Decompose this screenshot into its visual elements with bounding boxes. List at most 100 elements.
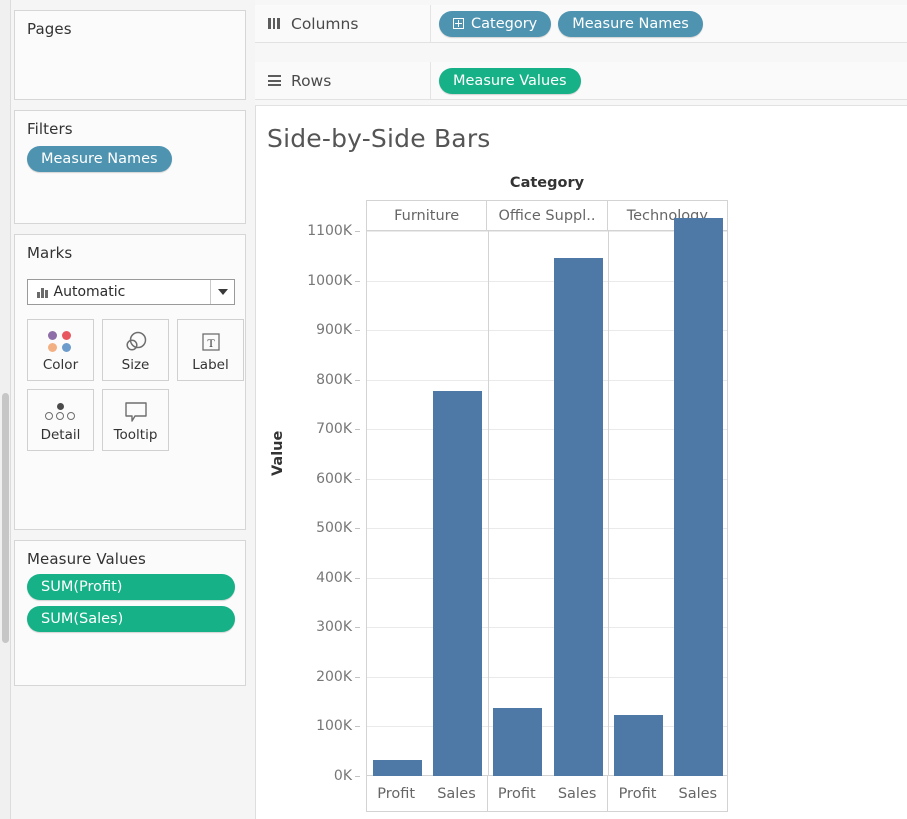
marks-buttons: Color Size T Label Detail Tooltip: [27, 319, 244, 459]
y-axis-tick-label: 1000K: [307, 272, 352, 289]
columns-pill-measure-names[interactable]: Measure Names: [558, 10, 703, 37]
y-axis-tick-mark: [355, 330, 360, 332]
visualization-pane: Side-by-Side Bars Category Furniture Offi…: [255, 105, 907, 819]
y-axis-tick-mark: [355, 280, 360, 282]
gridline: [367, 231, 727, 232]
measure-values-card: Measure Values SUM(Profit) SUM(Sales): [14, 540, 246, 686]
columns-pill-label: Measure Names: [572, 15, 689, 32]
x-axis-label[interactable]: Sales: [668, 776, 728, 811]
filter-pill-label: Measure Names: [41, 151, 158, 167]
pages-card-title: Pages: [27, 20, 72, 38]
y-axis-tick-mark: [355, 231, 360, 232]
y-axis-tick-label: 900K: [316, 322, 352, 339]
columns-shelf-label-wrap: Columns: [255, 5, 431, 42]
x-axis-separator: [607, 776, 609, 811]
left-scrollbar-thumb[interactable]: [2, 393, 9, 643]
x-axis-separator: [727, 776, 728, 811]
category-header[interactable]: Furniture: [366, 201, 488, 230]
rows-icon: [267, 74, 281, 88]
rows-shelf-label-wrap: Rows: [255, 62, 431, 99]
bar-mark[interactable]: [674, 217, 724, 776]
x-axis-separator: [486, 776, 488, 811]
gridline: [367, 577, 727, 579]
left-scrollbar[interactable]: [0, 0, 11, 819]
chart-title: Side-by-Side Bars: [267, 124, 491, 153]
y-axis-tick-mark: [355, 528, 360, 530]
measure-pill-sum-sales[interactable]: SUM(Sales): [27, 606, 235, 632]
y-axis-tick-label: 400K: [316, 569, 352, 586]
bar-mark[interactable]: [493, 707, 543, 776]
text-label-icon: T: [200, 328, 222, 356]
rows-pill-measure-values[interactable]: Measure Values: [439, 67, 581, 94]
x-axis-label[interactable]: Sales: [547, 776, 607, 811]
gridline: [367, 280, 727, 282]
category-header[interactable]: Office Suppl..: [487, 201, 608, 230]
shelves: Columns Category Measure Names Rows Meas…: [255, 0, 907, 105]
gridline: [367, 379, 727, 381]
chevron-down-icon[interactable]: [210, 280, 234, 304]
marks-detail-button[interactable]: Detail: [27, 389, 94, 451]
marks-label-button[interactable]: T Label: [177, 319, 244, 381]
y-axis-tick-label: 1100K: [307, 223, 352, 239]
x-axis-label[interactable]: Profit: [607, 776, 667, 811]
bar-mark[interactable]: [614, 715, 663, 776]
measure-pill-label: SUM(Profit): [41, 579, 123, 595]
y-axis-tick-mark: [355, 429, 360, 431]
bar-mark[interactable]: [553, 257, 603, 776]
expand-icon[interactable]: [453, 18, 464, 29]
columns-icon: [267, 17, 281, 31]
gridline: [367, 478, 727, 480]
panel-separator: [487, 231, 489, 776]
columns-shelf[interactable]: Columns Category Measure Names: [255, 5, 907, 43]
columns-pill-category[interactable]: Category: [439, 10, 552, 37]
filter-pill-measure-names[interactable]: Measure Names: [27, 146, 172, 172]
y-axis-tick-mark: [355, 478, 360, 480]
plot-area: [366, 217, 728, 776]
pages-card: Pages: [14, 10, 246, 100]
rows-shelf[interactable]: Rows Measure Values: [255, 62, 907, 100]
x-axis-label[interactable]: Sales: [426, 776, 486, 811]
measure-values-card-title: Measure Values: [27, 550, 146, 568]
marks-size-label: Size: [121, 356, 150, 373]
marks-card: Marks Automatic Color Size T Label Detai…: [14, 234, 246, 530]
y-axis-tick-label: 300K: [316, 619, 352, 636]
mark-type-dropdown[interactable]: Automatic: [27, 279, 235, 305]
marks-size-button[interactable]: Size: [102, 319, 169, 381]
bar-mark[interactable]: [372, 759, 422, 776]
rows-pill-label: Measure Values: [453, 72, 567, 89]
marks-tooltip-label: Tooltip: [113, 426, 158, 443]
y-axis-tick-mark: [355, 776, 360, 777]
size-circles-icon: [121, 328, 151, 356]
x-axis-separator: [366, 776, 367, 811]
gridline: [367, 528, 727, 530]
y-axis-tick-label: 600K: [316, 470, 352, 487]
measure-pill-sum-profit[interactable]: SUM(Profit): [27, 574, 235, 600]
marks-card-title: Marks: [27, 244, 73, 262]
filters-card: Filters Measure Names: [14, 110, 246, 224]
column-field-title: Category: [509, 175, 585, 191]
y-axis-tick-label: 200K: [316, 668, 352, 685]
gridline: [367, 429, 727, 431]
gridline: [367, 330, 727, 332]
y-axis-tick-label: 100K: [316, 718, 352, 735]
worksheet-sidebar: Pages Filters Measure Names Marks Automa…: [11, 0, 255, 819]
y-axis-tick-label: 800K: [316, 371, 352, 388]
bar-mark[interactable]: [433, 390, 482, 776]
marks-tooltip-button[interactable]: Tooltip: [102, 389, 169, 451]
detail-dots-icon: [44, 398, 78, 426]
tooltip-bubble-icon: [123, 398, 149, 426]
measure-pill-label: SUM(Sales): [41, 611, 124, 627]
x-axis-label[interactable]: Profit: [366, 776, 426, 811]
y-axis: 0K 100K 200K 300K 400K 500K 600K 700K 800K 900K 10…: [256, 223, 360, 784]
x-axis-labels: Profit Sales Profit Sales Profit Sales: [366, 776, 728, 812]
x-axis-label[interactable]: Profit: [487, 776, 547, 811]
svg-text:T: T: [207, 336, 215, 350]
columns-pill-label: Category: [471, 15, 538, 32]
filters-card-title: Filters: [27, 120, 73, 138]
marks-label-label: Label: [192, 356, 229, 373]
y-axis-tick-label: 500K: [316, 520, 352, 537]
y-axis-tick-label: 0K: [333, 768, 352, 784]
y-axis-tick-mark: [355, 726, 360, 728]
marks-color-button[interactable]: Color: [27, 319, 94, 381]
y-axis-title: Value: [270, 430, 286, 476]
